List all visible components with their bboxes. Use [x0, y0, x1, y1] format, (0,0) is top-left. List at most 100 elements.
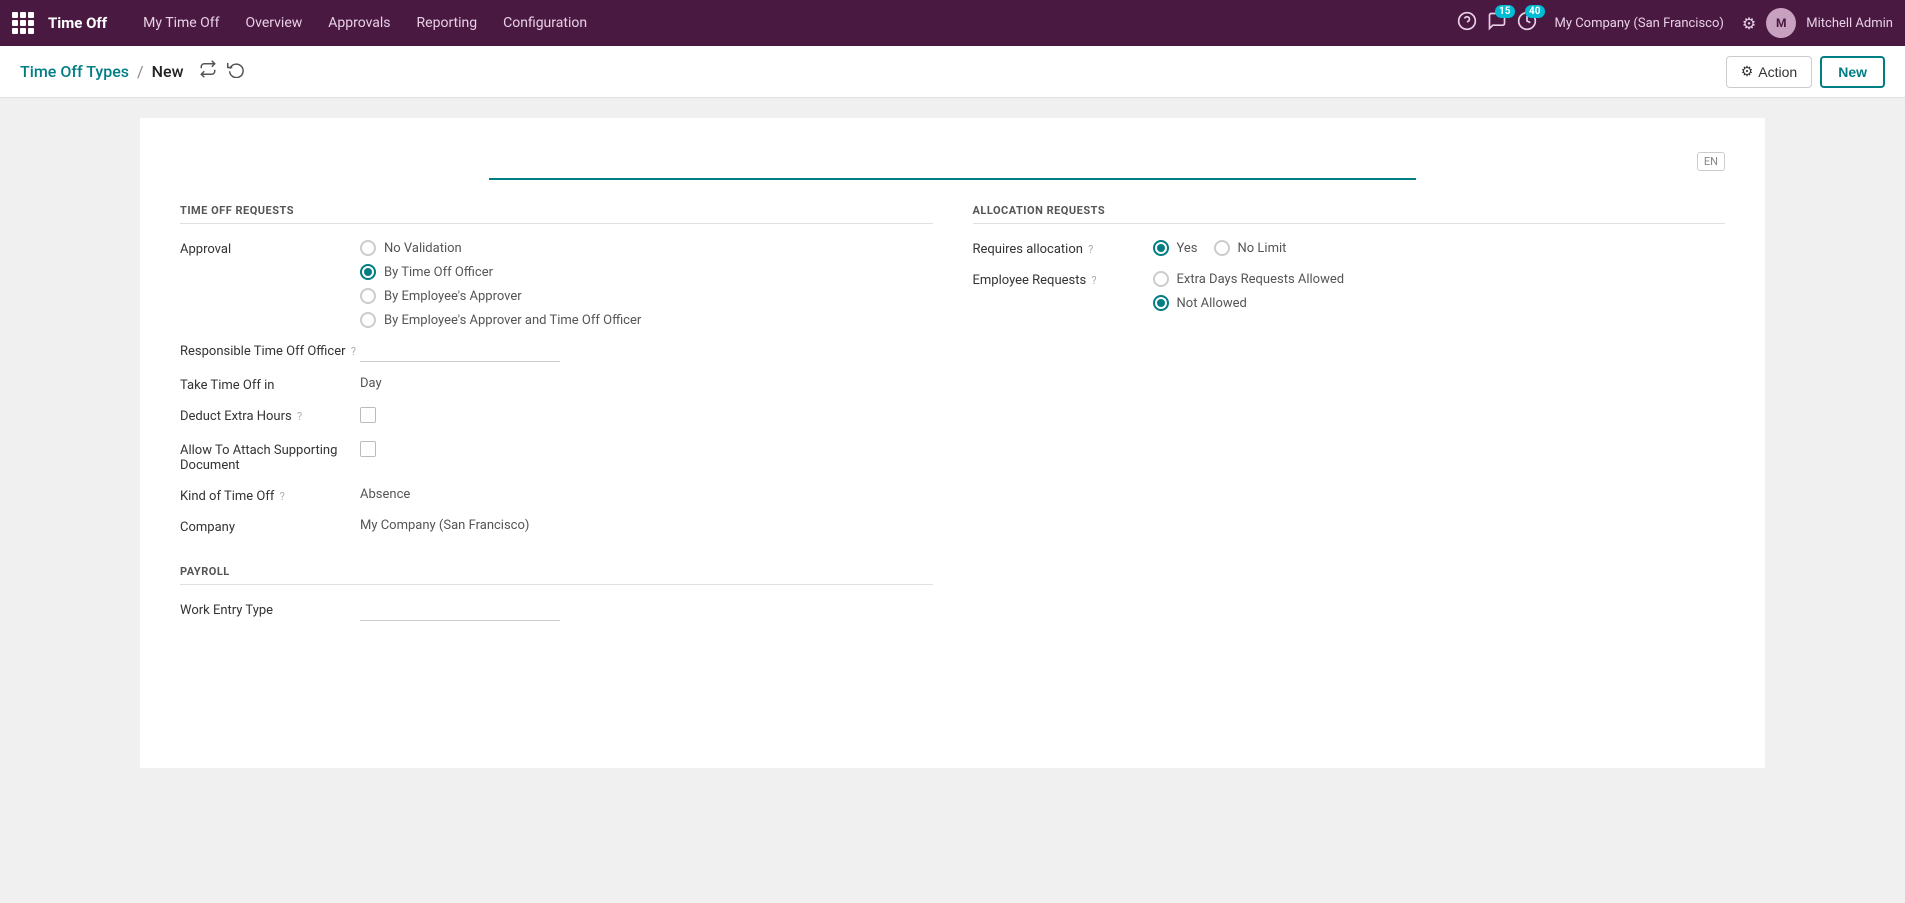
approval-by-approver[interactable]: By Employee's Approver [360, 288, 933, 304]
menu-overview[interactable]: Overview [234, 11, 315, 35]
breadcrumb-parent[interactable]: Time Off Types [20, 62, 129, 81]
kind-value[interactable]: Absence [360, 487, 933, 502]
approval-radio-group: No Validation By Time Off Officer By Emp… [360, 240, 933, 328]
time-off-requests-header: TIME OFF REQUESTS [180, 204, 933, 224]
radio-not-allowed-label: Not Allowed [1177, 296, 1247, 311]
approval-by-both[interactable]: By Employee's Approver and Time Off Offi… [360, 312, 933, 328]
approval-options: No Validation By Time Off Officer By Emp… [360, 240, 933, 328]
employee-req-extra-days[interactable]: Extra Days Requests Allowed [1153, 271, 1726, 287]
approval-no-validation[interactable]: No Validation [360, 240, 933, 256]
radio-by-approver-label: By Employee's Approver [384, 289, 522, 304]
topnav-right: 15 40 My Company (San Francisco) ⚙ M Mit… [1457, 8, 1894, 38]
breadcrumb-bar: Time Off Types / New ⚙ Action New [0, 46, 1905, 98]
company-value[interactable]: My Company (San Francisco) [360, 518, 933, 533]
attach-doc-field-row: Allow To Attach Supporting Document [180, 441, 933, 473]
approval-field-row: Approval No Validation By Time Off Offic… [180, 240, 933, 328]
responsible-label: Responsible Time Off Officer ? [180, 342, 360, 359]
menu-my-time-off[interactable]: My Time Off [131, 11, 231, 35]
requires-allocation-options: Yes No Limit [1153, 240, 1726, 256]
avatar[interactable]: M [1766, 8, 1796, 38]
top-menu: My Time Off Overview Approvals Reporting… [131, 11, 1452, 35]
chat-icon[interactable]: 15 [1487, 11, 1507, 36]
employee-requests-label: Employee Requests ? [973, 271, 1153, 288]
menu-approvals[interactable]: Approvals [316, 11, 402, 35]
radio-allocation-yes-label: Yes [1177, 241, 1198, 256]
responsible-help-icon[interactable]: ? [351, 345, 356, 358]
employee-requests-field-row: Employee Requests ? Extra Days Requests … [973, 271, 1726, 311]
menu-reporting[interactable]: Reporting [405, 11, 490, 35]
menu-configuration[interactable]: Configuration [491, 11, 599, 35]
gear-icon: ⚙ [1741, 63, 1754, 80]
sections-row: TIME OFF REQUESTS Approval No Validation [180, 204, 1725, 635]
deduct-hours-checkbox[interactable] [360, 407, 376, 423]
approval-label: Approval [180, 240, 360, 257]
app-title[interactable]: Time Off [48, 14, 107, 32]
kind-help-icon[interactable]: ? [280, 490, 285, 503]
username: Mitchell Admin [1806, 16, 1893, 31]
allocation-yes[interactable]: Yes [1153, 240, 1198, 256]
radio-by-both-label: By Employee's Approver and Time Off Offi… [384, 313, 641, 328]
radio-not-allowed[interactable] [1153, 295, 1169, 311]
attach-doc-label: Allow To Attach Supporting Document [180, 441, 360, 473]
employee-requests-options: Extra Days Requests Allowed Not Allowed [1153, 271, 1726, 311]
attach-doc-checkbox[interactable] [360, 441, 376, 457]
approval-by-officer[interactable]: By Time Off Officer [360, 264, 933, 280]
title-area: EN [180, 148, 1725, 180]
radio-by-officer[interactable] [360, 264, 376, 280]
requires-allocation-field-row: Requires allocation ? Yes No Limit [973, 240, 1726, 257]
work-entry-field-row: Work Entry Type [180, 601, 933, 621]
language-badge[interactable]: EN [1697, 152, 1725, 171]
kind-field-row: Kind of Time Off ? Absence [180, 487, 933, 504]
company-label: Company [180, 518, 360, 535]
discard-icon[interactable] [227, 60, 245, 83]
deduct-hours-checkbox-wrapper [360, 407, 933, 427]
kind-label: Kind of Time Off ? [180, 487, 360, 504]
radio-by-both[interactable] [360, 312, 376, 328]
attach-doc-checkbox-wrapper [360, 441, 933, 461]
radio-allocation-no-limit-label: No Limit [1238, 241, 1287, 256]
deduct-hours-help-icon[interactable]: ? [297, 410, 302, 423]
new-button[interactable]: New [1820, 56, 1885, 88]
radio-by-officer-label: By Time Off Officer [384, 265, 493, 280]
employee-requests-help-icon[interactable]: ? [1091, 274, 1096, 287]
activity-icon[interactable]: 40 [1517, 11, 1537, 36]
time-off-type-name-input[interactable] [703, 148, 1203, 174]
breadcrumb-right: ⚙ Action New [1726, 56, 1885, 88]
breadcrumb-icons [199, 60, 245, 83]
allocation-no-limit[interactable]: No Limit [1214, 240, 1287, 256]
radio-no-validation[interactable] [360, 240, 376, 256]
save-manually-icon[interactable] [199, 60, 217, 83]
requires-allocation-label: Requires allocation ? [973, 240, 1153, 257]
take-time-off-field-row: Take Time Off in Day [180, 376, 933, 393]
radio-allocation-no-limit[interactable] [1214, 240, 1230, 256]
radio-allocation-yes[interactable] [1153, 240, 1169, 256]
company-name[interactable]: My Company (San Francisco) [1555, 16, 1724, 31]
allocation-requests-header: ALLOCATION REQUESTS [973, 204, 1726, 224]
company-field-row: Company My Company (San Francisco) [180, 518, 933, 535]
employee-req-not-allowed[interactable]: Not Allowed [1153, 295, 1726, 311]
breadcrumb-current: New [152, 62, 184, 81]
apps-menu-icon[interactable] [12, 12, 34, 34]
support-icon[interactable] [1457, 11, 1477, 36]
title-divider [489, 178, 1416, 180]
top-navigation: Time Off My Time Off Overview Approvals … [0, 0, 1905, 46]
requires-allocation-help-icon[interactable]: ? [1088, 243, 1093, 256]
responsible-input[interactable] [360, 342, 560, 362]
radio-by-approver[interactable] [360, 288, 376, 304]
payroll-section: PAYROLL Work Entry Type [180, 565, 933, 621]
work-entry-input-wrapper [360, 601, 933, 621]
form-card: EN TIME OFF REQUESTS Approval No Va [140, 118, 1765, 768]
payroll-header: PAYROLL [180, 565, 933, 585]
settings-icon[interactable]: ⚙ [1742, 14, 1756, 33]
employee-requests-radio-group: Extra Days Requests Allowed Not Allowed [1153, 271, 1726, 311]
action-button[interactable]: ⚙ Action [1726, 56, 1812, 88]
work-entry-input[interactable] [360, 601, 560, 621]
responsible-input-wrapper [360, 342, 933, 362]
activity-badge: 40 [1525, 5, 1544, 18]
breadcrumb-separator: / [137, 62, 144, 81]
take-time-off-value[interactable]: Day [360, 376, 933, 391]
deduct-hours-field-row: Deduct Extra Hours ? [180, 407, 933, 427]
radio-extra-days[interactable] [1153, 271, 1169, 287]
chat-badge: 15 [1495, 5, 1514, 18]
deduct-hours-label: Deduct Extra Hours ? [180, 407, 360, 424]
